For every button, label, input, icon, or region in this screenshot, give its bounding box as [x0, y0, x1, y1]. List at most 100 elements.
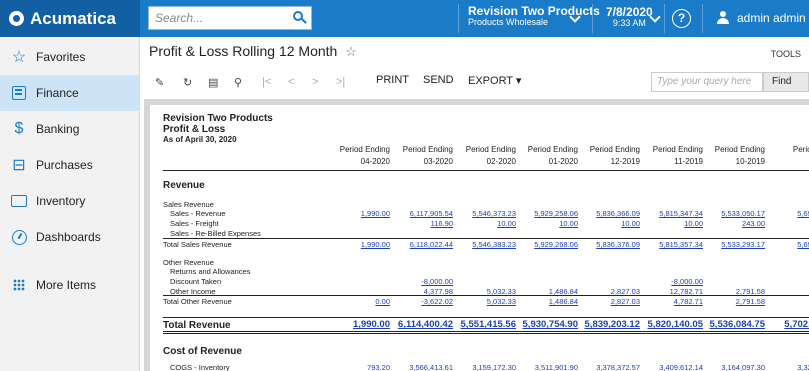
cell-total-other-revenue[interactable]: 2,827.03 — [570, 297, 640, 306]
prev-page-icon[interactable]: < — [288, 76, 294, 88]
sidebar-item-banking[interactable]: $ Banking — [0, 111, 139, 147]
cell-cogs-inventory[interactable]: 793.20 — [320, 363, 390, 371]
cell-total-sales-revenue[interactable]: 5,696 — [746, 240, 809, 249]
sidebar-item-favorites[interactable]: ☆ Favorites — [0, 39, 139, 75]
cell-total-revenue[interactable]: 5,702,5 — [746, 319, 809, 330]
cell-total-revenue[interactable]: 5,551,415.56 — [446, 319, 516, 330]
help-icon[interactable]: ? — [672, 9, 691, 28]
cell-sales-freight[interactable]: 243.00 — [695, 219, 765, 228]
cell-cogs-inventory[interactable]: 3,378,372.57 — [570, 363, 640, 371]
sidebar-item-purchases[interactable]: ⊟ Purchases — [0, 147, 139, 183]
cell-total-sales-revenue[interactable]: 5,546,383.23 — [446, 240, 516, 249]
cell-total-revenue[interactable]: 5,820,140.05 — [633, 319, 703, 330]
cell-total-other-revenue[interactable]: -3,622.02 — [383, 297, 453, 306]
acumatica-logo-icon — [9, 11, 24, 26]
column-header-period: 02-2020 — [486, 157, 516, 166]
sidebar-item-label: Dashboards — [36, 230, 101, 244]
parameters-icon[interactable]: ⚲ — [234, 76, 242, 89]
section-revenue: Revenue — [163, 180, 205, 191]
sidebar-item-inventory[interactable]: Inventory — [0, 183, 139, 219]
cart-icon: ⊟ — [12, 157, 26, 174]
export-button[interactable]: EXPORT ▾ — [468, 74, 521, 87]
refresh-icon[interactable]: ↻ — [183, 76, 192, 89]
cell-total-sales-revenue[interactable]: 5,815,357.34 — [633, 240, 703, 249]
cell-total-other-revenue[interactable]: 1,486.84 — [508, 297, 578, 306]
cell-sales-freight[interactable]: 10.00 — [633, 219, 703, 228]
cell-total-other-revenue[interactable]: 5,032.33 — [446, 297, 516, 306]
column-header-period: ( — [756, 157, 809, 166]
page-title: Profit & Loss Rolling 12 Month — [149, 43, 338, 59]
cell-cogs-inventory[interactable]: 3,409,612.14 — [633, 363, 703, 371]
row-label-sales-revenue-hdr: Sales Revenue — [163, 200, 214, 209]
main-content: Profit & Loss Rolling 12 Month ☆ TOOLS ✎… — [140, 37, 809, 371]
business-date: 7/8/2020 — [606, 5, 653, 19]
row-label-sales-freight: Sales - Freight — [170, 219, 219, 228]
query-input[interactable]: Type your query here — [651, 72, 763, 92]
search-input[interactable]: Search... — [148, 6, 312, 30]
divider — [702, 4, 703, 33]
business-date-selector[interactable]: 7/8/2020 9:33 AM — [606, 6, 653, 28]
print-preview-icon[interactable]: ▤ — [208, 76, 218, 89]
cell-sales-freight[interactable]: 10.00 — [570, 219, 640, 228]
column-header-top: Period Ending — [339, 145, 390, 154]
cell-total-sales-revenue[interactable]: 6,118,022.44 — [383, 240, 453, 249]
cell-total-revenue[interactable]: 1,990.00 — [320, 319, 390, 330]
column-header-top: Period Ending — [402, 145, 453, 154]
find-button[interactable]: Find — [763, 72, 809, 92]
total-revenue-rule-bottom — [163, 331, 809, 332]
user-menu[interactable]: admin admin — [737, 11, 806, 25]
column-header-top: Period Ending — [527, 145, 578, 154]
cell-sales-freight[interactable]: 116.90 — [383, 219, 453, 228]
cell-discount[interactable]: -8,000.00 — [383, 277, 453, 286]
cell-sales-revenue[interactable]: 5,696 — [746, 209, 809, 218]
sidebar-item-dashboards[interactable]: Dashboards — [0, 219, 139, 255]
total-sales-rule — [163, 238, 809, 239]
row-label-total-sales-revenue: Total Sales Revenue — [163, 240, 232, 249]
user-icon[interactable] — [717, 11, 729, 24]
cell-sales-freight[interactable]: 10.00 — [446, 219, 516, 228]
cell-sales-revenue[interactable]: 5,836,366.09 — [570, 209, 640, 218]
first-page-icon[interactable]: |< — [262, 76, 271, 88]
last-page-icon[interactable]: >| — [336, 76, 345, 88]
cell-sales-revenue[interactable]: 5,546,373.23 — [446, 209, 516, 218]
sidebar-item-finance[interactable]: Finance — [0, 75, 139, 111]
print-button[interactable]: PRINT — [376, 74, 409, 86]
cell-total-revenue[interactable]: 5,930,754.90 — [508, 319, 578, 330]
divider — [664, 4, 665, 33]
cell-sales-revenue[interactable]: 6,117,905.54 — [383, 209, 453, 218]
send-button[interactable]: SEND — [423, 74, 454, 86]
column-header-top: Period Ending — [589, 145, 640, 154]
next-page-icon[interactable]: > — [312, 76, 318, 88]
edit-icon[interactable]: ✎ — [155, 76, 164, 89]
cell-cogs-inventory[interactable]: 3,511,901.90 — [508, 363, 578, 371]
cell-discount[interactable]: -8,000.00 — [633, 277, 703, 286]
sidebar-item-more-items[interactable]: More Items — [0, 267, 139, 303]
branch-sub: Products Wholesale — [468, 16, 549, 27]
cell-total-sales-revenue[interactable]: 1,990.00 — [320, 240, 390, 249]
cell-total-other-revenue[interactable]: 4,782.71 — [633, 297, 703, 306]
row-label-returns: Returns and Allowances — [170, 267, 251, 276]
cell-total-revenue[interactable]: 6,114,400.42 — [383, 319, 453, 330]
search-icon[interactable] — [293, 11, 303, 21]
cell-sales-revenue[interactable]: 5,815,347.34 — [633, 209, 703, 218]
cell-total-other-revenue[interactable]: 5 — [746, 297, 809, 306]
sidebar-item-label: More Items — [36, 278, 97, 292]
cell-cogs-inventory[interactable]: 3,566,413.61 — [383, 363, 453, 371]
cell-sales-revenue[interactable]: 5,929,258.06 — [508, 209, 578, 218]
favorite-star-icon[interactable]: ☆ — [345, 44, 357, 59]
row-label-discount: Discount Taken — [170, 277, 222, 286]
top-bar: Acumatica Search... Revision Two Product… — [0, 0, 809, 37]
cell-total-sales-revenue[interactable]: 5,929,268.06 — [508, 240, 578, 249]
cell-total-revenue[interactable]: 5,839,203.12 — [570, 319, 640, 330]
cell-sales-freight[interactable]: 10.00 — [508, 219, 578, 228]
divider — [458, 4, 459, 33]
cell-sales-revenue[interactable]: 1,990.00 — [320, 209, 390, 218]
cell-total-other-revenue[interactable]: 0.00 — [320, 297, 390, 306]
brand-name: Acumatica — [30, 8, 116, 28]
cell-cogs-inventory[interactable]: 3,325 — [746, 363, 809, 371]
brand-logo[interactable]: Acumatica — [0, 0, 140, 37]
cell-cogs-inventory[interactable]: 3,159,172.30 — [446, 363, 516, 371]
row-label-other-revenue-hdr: Other Revenue — [163, 258, 214, 267]
tools-menu[interactable]: TOOLS — [771, 49, 801, 59]
cell-total-sales-revenue[interactable]: 5,836,376.09 — [570, 240, 640, 249]
